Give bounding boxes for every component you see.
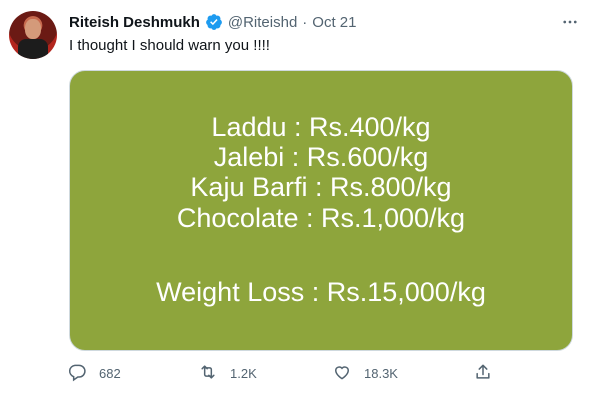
media-line-cropped (70, 340, 572, 350)
media-line-kaju-barfi: Kaju Barfi : Rs.800/kg (190, 172, 452, 202)
share-action[interactable] (473, 362, 493, 385)
retweet-count: 1.2K (230, 366, 257, 381)
like-count: 18.3K (364, 366, 398, 381)
tweet-actions: 682 1.2K 18.3K (67, 362, 497, 386)
avatar-body (18, 39, 48, 59)
reply-icon[interactable] (67, 362, 87, 385)
media-line-chocolate: Chocolate : Rs.1,000/kg (176, 203, 466, 233)
tweet[interactable]: Riteish Deshmukh @Riteishd · Oct 21 I th… (0, 0, 597, 403)
tweet-text: I thought I should warn you !!!! (69, 37, 270, 54)
more-options-icon[interactable] (559, 12, 581, 32)
tweet-media-image[interactable]: Laddu : Rs.400/kg Jalebi : Rs.600/kg Kaj… (69, 70, 573, 351)
verified-badge-icon (205, 13, 223, 31)
avatar-face (25, 19, 41, 39)
reply-count: 682 (99, 366, 121, 381)
separator-dot: · (302, 13, 308, 31)
avatar[interactable] (9, 11, 57, 59)
tweet-header: Riteish Deshmukh @Riteishd · Oct 21 (69, 12, 356, 32)
heart-icon[interactable] (332, 362, 352, 385)
display-name[interactable]: Riteish Deshmukh (69, 14, 200, 31)
retweet-action[interactable]: 1.2K (198, 362, 257, 385)
reply-action[interactable]: 682 (67, 362, 121, 385)
retweet-icon[interactable] (198, 362, 218, 385)
media-line-jalebi: Jalebi : Rs.600/kg (213, 142, 429, 172)
like-action[interactable]: 18.3K (332, 362, 398, 385)
user-handle[interactable]: @Riteishd (228, 14, 297, 31)
share-icon[interactable] (473, 362, 493, 385)
media-line-weight-loss: Weight Loss : Rs.15,000/kg (156, 277, 486, 307)
media-line-laddu: Laddu : Rs.400/kg (211, 112, 431, 142)
tweet-date[interactable]: Oct 21 (312, 14, 356, 31)
